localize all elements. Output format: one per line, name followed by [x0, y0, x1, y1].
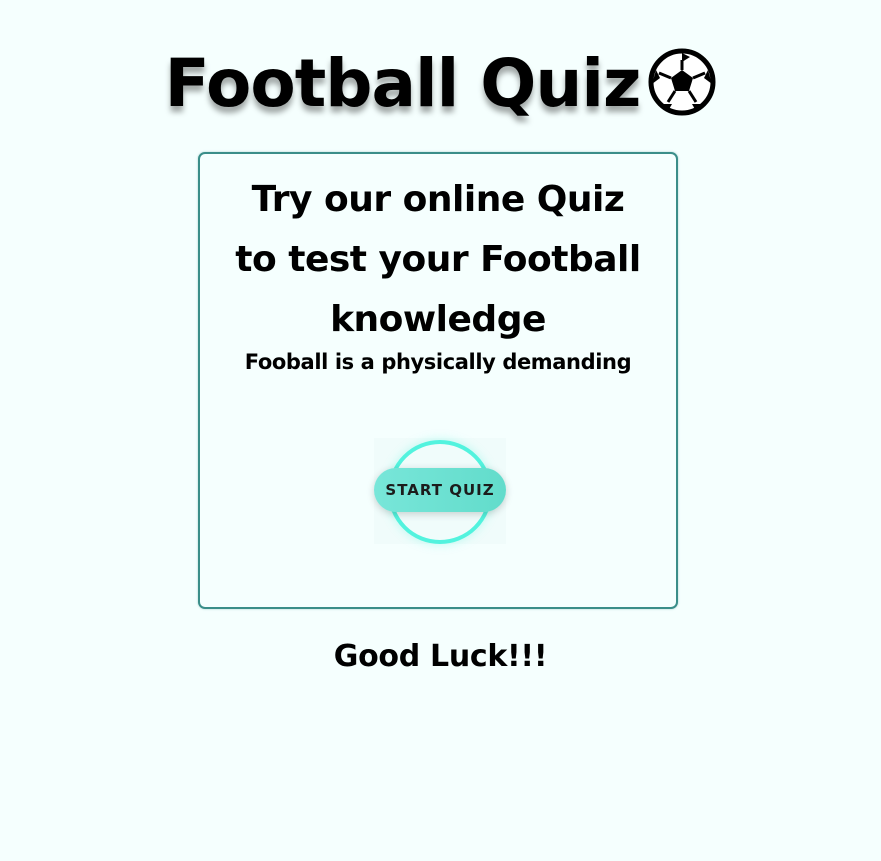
- page-title: Football Quiz: [0, 40, 881, 138]
- card-subtitle: Fooball is a physically demanding: [244, 350, 632, 374]
- page-title-text: Football Quiz: [164, 45, 642, 122]
- headline-line-1: Try our online Quiz: [251, 179, 625, 220]
- start-quiz-button[interactable]: START QUIZ: [374, 468, 506, 512]
- good-luck-message: Good Luck!!!: [333, 639, 548, 674]
- start-button-area: START QUIZ: [374, 438, 506, 544]
- headline-line-3: knowledge: [330, 299, 546, 340]
- soccer-ball-icon: [648, 48, 716, 138]
- card-headline: Try our online Quiz to test your Footbal…: [200, 170, 676, 350]
- page: Football Quiz Try our online Quiz to tes…: [0, 0, 881, 861]
- headline-line-2: to test your Football: [235, 239, 641, 280]
- quiz-card: Try our online Quiz to test your Footbal…: [198, 152, 678, 609]
